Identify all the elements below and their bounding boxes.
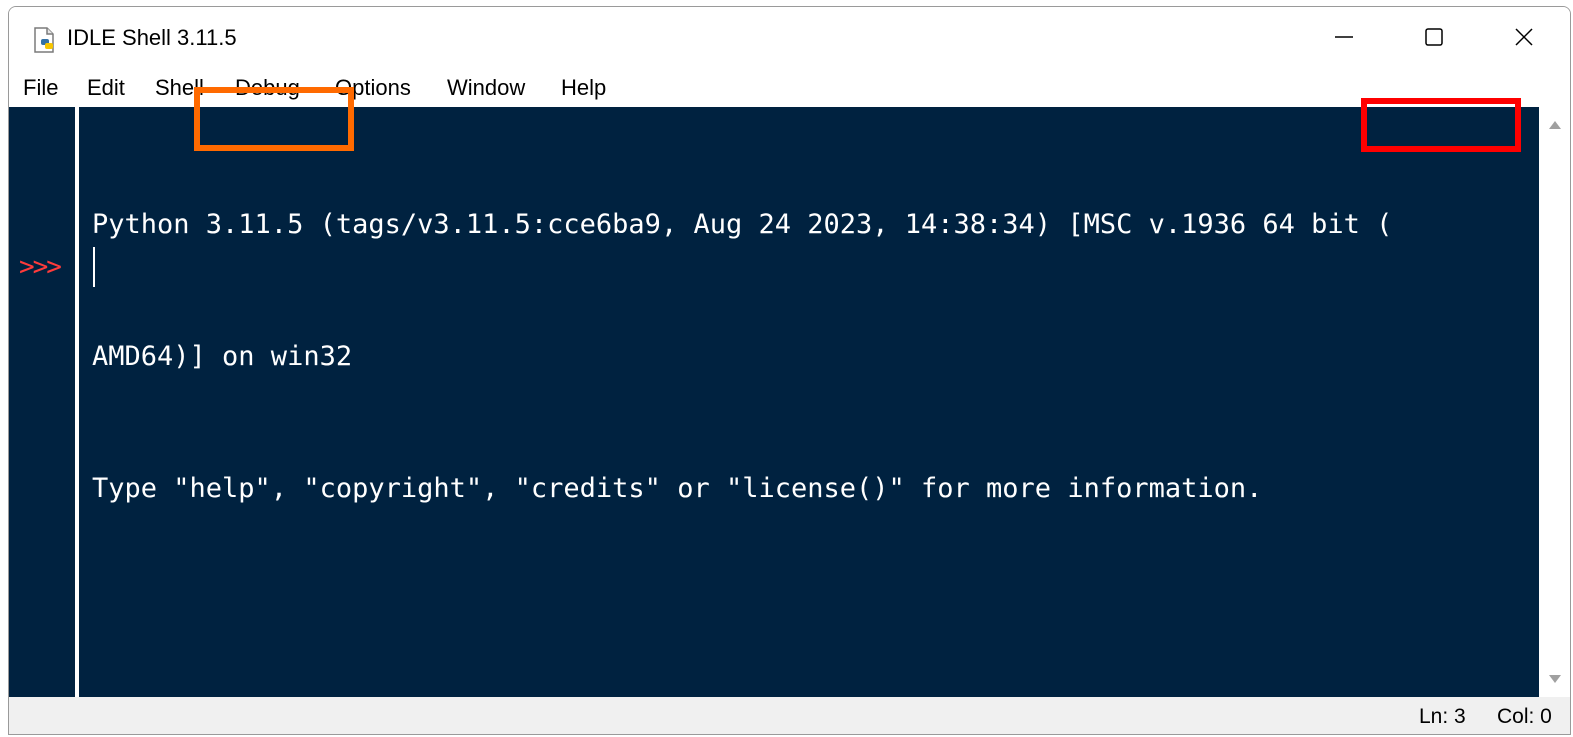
menu-file[interactable]: File — [23, 75, 58, 101]
text-cursor — [93, 247, 95, 287]
vertical-scrollbar[interactable] — [1539, 107, 1570, 697]
shell-prompt: >>> — [19, 252, 62, 282]
shell-output: Python 3.11.5 (tags/v3.11.5:cce6ba9, Aug… — [92, 115, 1392, 599]
menu-edit[interactable]: Edit — [87, 75, 125, 101]
close-button[interactable] — [1479, 7, 1569, 67]
shell-line-2: AMD64)] on win32 — [92, 341, 353, 372]
minimize-button[interactable] — [1299, 7, 1389, 67]
status-bar: Ln: 3 Col: 0 — [9, 697, 1570, 734]
menu-window[interactable]: Window — [447, 75, 525, 101]
shell-line-3: Type "help", "copyright", "credits" or "… — [92, 473, 1263, 504]
shell-text-area[interactable]: >>> Python 3.11.5 (tags/v3.11.5:cce6ba9,… — [9, 107, 1539, 697]
scroll-down-arrow-icon[interactable] — [1549, 675, 1561, 683]
gutter-separator — [75, 107, 79, 697]
menu-help[interactable]: Help — [561, 75, 606, 101]
status-line: Ln: 3 — [1419, 705, 1466, 728]
close-icon — [1515, 28, 1533, 46]
scroll-up-arrow-icon[interactable] — [1549, 121, 1561, 129]
bitness-highlight-box — [1361, 98, 1521, 152]
status-column: Col: 0 — [1497, 705, 1552, 728]
shell-line-1: Python 3.11.5 (tags/v3.11.5:cce6ba9, Aug… — [92, 209, 1393, 240]
maximize-button[interactable] — [1389, 7, 1479, 67]
window-title: IDLE Shell 3.11.5 — [67, 25, 237, 50]
version-highlight-box — [194, 87, 354, 151]
maximize-icon — [1425, 28, 1443, 46]
minimize-icon — [1335, 36, 1353, 38]
title-bar[interactable]: IDLE Shell 3.11.5 — [9, 7, 1570, 67]
python-file-icon — [34, 27, 54, 53]
